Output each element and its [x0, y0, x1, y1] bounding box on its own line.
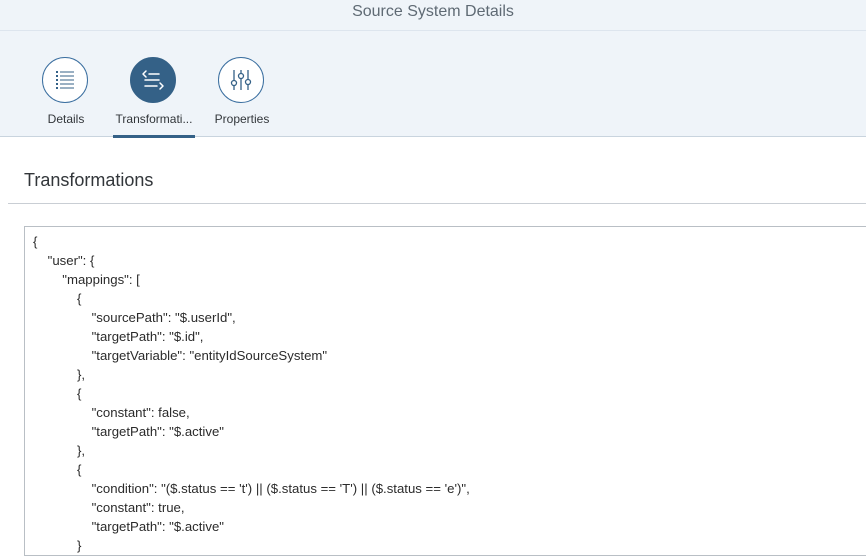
tab-properties-icon-circle: [218, 57, 264, 103]
tab-selected-indicator: [113, 135, 195, 138]
section-title: Transformations: [24, 170, 154, 190]
tab-transformations-label: Transformati...: [115, 112, 193, 126]
icon-tab-bar: Details Transformati... Properties: [0, 31, 866, 138]
transform-icon: [142, 70, 164, 90]
tab-details[interactable]: Details: [25, 31, 107, 137]
window-title: Source System Details: [0, 0, 866, 31]
list-icon: [56, 71, 74, 89]
tab-properties-label: Properties: [214, 112, 270, 126]
tab-details-label: Details: [47, 112, 85, 126]
tab-transformations[interactable]: Transformati...: [113, 31, 195, 138]
tab-properties[interactable]: Properties: [201, 31, 283, 137]
tab-details-icon-circle: [42, 57, 88, 103]
tab-transformations-icon-circle: [130, 57, 176, 103]
sliders-icon: [230, 70, 252, 90]
section-divider: [8, 203, 866, 204]
transformations-json-editor[interactable]: { "user": { "mappings": [ { "sourcePath"…: [24, 226, 866, 556]
editor-content[interactable]: { "user": { "mappings": [ { "sourcePath"…: [25, 227, 866, 555]
